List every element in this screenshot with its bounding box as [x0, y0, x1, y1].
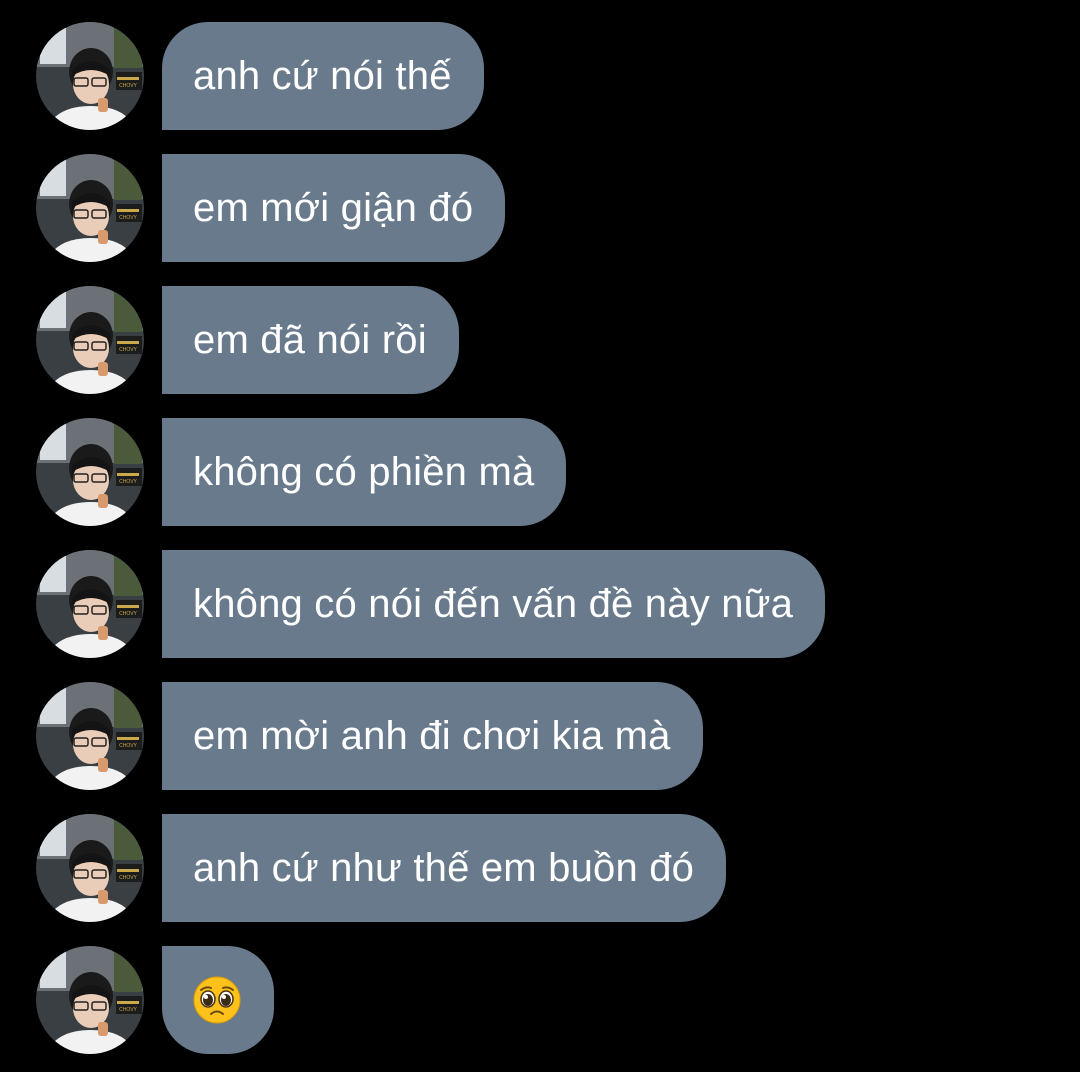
message-row: CHOVY không có nói đến vấn đề này nữa — [36, 550, 826, 658]
message-text: không có nói đến vấn đề này nữa — [193, 581, 794, 626]
pleading-face-emoji-icon — [193, 976, 241, 1024]
avatar-badge-text: CHOVY — [119, 479, 137, 485]
avatar-photo-icon: CHOVY — [36, 814, 144, 922]
message-bubble[interactable]: không có nói đến vấn đề này nữa — [162, 550, 826, 658]
sender-avatar[interactable]: CHOVY — [36, 286, 144, 394]
avatar-photo-icon: CHOVY — [36, 418, 144, 526]
message-row: CHOVY anh cứ như thế em buồn đó — [36, 814, 727, 922]
message-bubble[interactable]: em mới giận đó — [162, 154, 506, 262]
avatar-badge-text: CHOVY — [119, 743, 137, 749]
sender-avatar[interactable]: CHOVY — [36, 550, 144, 658]
avatar-badge-text: CHOVY — [119, 215, 137, 221]
sender-avatar[interactable]: CHOVY — [36, 154, 144, 262]
sender-avatar[interactable]: CHOVY — [36, 418, 144, 526]
sender-avatar[interactable]: CHOVY — [36, 814, 144, 922]
message-row: CHOVY không có phiền mà — [36, 418, 567, 526]
message-text: em mời anh đi chơi kia mà — [193, 713, 671, 758]
avatar-badge-text: CHOVY — [119, 83, 137, 89]
message-text: em đã nói rồi — [193, 317, 427, 362]
message-bubble[interactable]: em mời anh đi chơi kia mà — [162, 682, 703, 790]
avatar-photo-icon: CHOVY — [36, 22, 144, 130]
message-row: CHOVY — [36, 946, 274, 1054]
avatar-photo-icon: CHOVY — [36, 550, 144, 658]
avatar-photo-icon: CHOVY — [36, 946, 144, 1054]
message-text: không có phiền mà — [193, 449, 535, 494]
message-bubble[interactable] — [162, 946, 274, 1054]
avatar-badge-text: CHOVY — [119, 1007, 137, 1013]
avatar-badge-text: CHOVY — [119, 347, 137, 353]
message-bubble[interactable]: không có phiền mà — [162, 418, 567, 526]
avatar-photo-icon: CHOVY — [36, 154, 144, 262]
message-text: anh cứ nói thế — [193, 53, 452, 98]
message-text: em mới giận đó — [193, 185, 474, 230]
message-bubble[interactable]: anh cứ như thế em buồn đó — [162, 814, 727, 922]
message-row: CHOVY anh cứ nói thế — [36, 22, 484, 130]
chat-thread: CHOVY anh cứ nói thế CHOVY em mới giận đ… — [0, 0, 1080, 1072]
message-text: anh cứ như thế em buồn đó — [193, 845, 695, 890]
sender-avatar[interactable]: CHOVY — [36, 22, 144, 130]
sender-avatar[interactable]: CHOVY — [36, 682, 144, 790]
message-row: CHOVY em mời anh đi chơi kia mà — [36, 682, 703, 790]
message-bubble[interactable]: em đã nói rồi — [162, 286, 459, 394]
avatar-badge-text: CHOVY — [119, 611, 137, 617]
message-row: CHOVY em đã nói rồi — [36, 286, 459, 394]
sender-avatar[interactable]: CHOVY — [36, 946, 144, 1054]
avatar-photo-icon: CHOVY — [36, 286, 144, 394]
avatar-photo-icon: CHOVY — [36, 682, 144, 790]
message-row: CHOVY em mới giận đó — [36, 154, 506, 262]
avatar-badge-text: CHOVY — [119, 875, 137, 881]
message-bubble[interactable]: anh cứ nói thế — [162, 22, 484, 130]
